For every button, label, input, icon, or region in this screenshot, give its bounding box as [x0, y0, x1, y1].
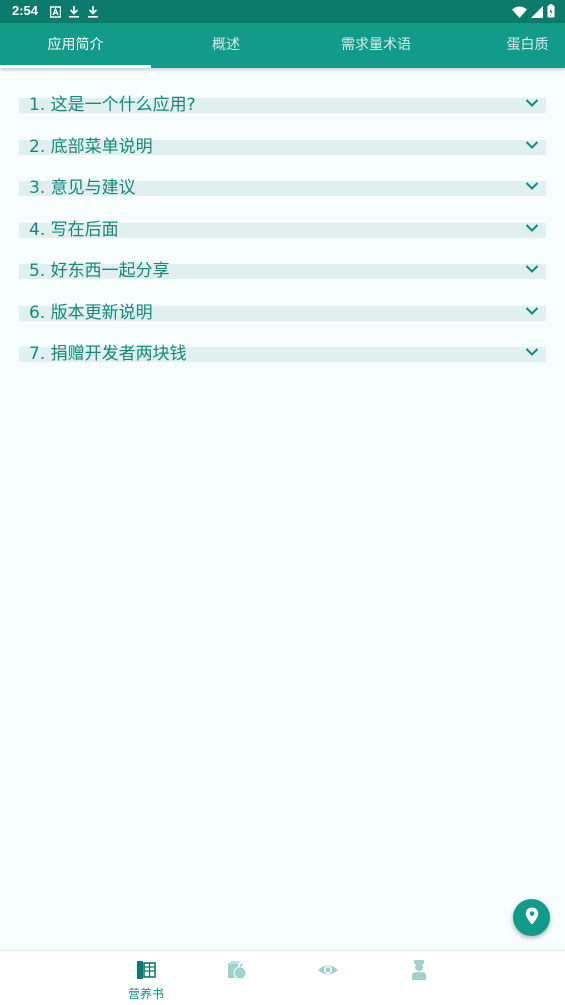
location-fab-button[interactable]: [513, 899, 550, 936]
chevron-down-icon[interactable]: [525, 218, 539, 237]
tab-label: 蛋白质: [506, 37, 549, 53]
bottom-nav: 营养书: [0, 950, 565, 1005]
status-time: 2:54: [12, 3, 39, 18]
a-icon: [49, 3, 62, 22]
tab-overview[interactable]: 概述: [151, 23, 301, 68]
nav-nutrition-book[interactable]: 营养书: [116, 959, 176, 1002]
chevron-down-icon[interactable]: [525, 93, 539, 112]
wifi-icon: [512, 3, 527, 22]
tab-requirement-terms[interactable]: 需求量术语: [301, 23, 451, 68]
faq-list: 1. 这是一个什么应用? 2. 底部菜单说明 3. 意见与建议 4. 写在后面 …: [19, 86, 546, 377]
faq-item[interactable]: 1. 这是一个什么应用?: [19, 86, 546, 128]
faq-item-label: 3. 意见与建议: [29, 178, 136, 198]
tab-label: 应用简介: [47, 37, 104, 53]
chevron-down-icon[interactable]: [525, 135, 539, 154]
nav-doctor[interactable]: [389, 959, 449, 985]
faq-item-label: 6. 版本更新说明: [29, 302, 153, 323]
chevron-down-icon[interactable]: [525, 342, 539, 361]
top-tab-bar: 应用简介 概述 需求量术语 蛋白质: [0, 23, 565, 68]
download-icon: [87, 3, 99, 22]
tab-label: 概述: [212, 37, 240, 53]
battery-icon: [547, 3, 555, 22]
doctor-icon: [408, 960, 430, 985]
nav-eye[interactable]: [298, 959, 358, 985]
nav-label: 营养书: [127, 987, 164, 1001]
faq-item-label: 5. 好东西一起分享: [29, 261, 170, 281]
download-icon: [68, 3, 80, 22]
faq-item[interactable]: 2. 底部菜单说明: [19, 128, 546, 170]
location-pin-icon: [525, 907, 539, 929]
faq-item[interactable]: 7. 捐赠开发者两块钱: [19, 335, 546, 377]
faq-item[interactable]: 6. 版本更新说明: [19, 294, 546, 336]
food-icon: [226, 961, 248, 985]
faq-item-label: 4. 写在后面: [29, 219, 119, 240]
faq-item[interactable]: 5. 好东西一起分享: [19, 252, 546, 294]
eye-icon: [317, 965, 339, 985]
chevron-down-icon[interactable]: [525, 259, 539, 278]
faq-item-label: 7. 捐赠开发者两块钱: [29, 344, 187, 364]
chevron-down-icon[interactable]: [525, 176, 539, 195]
book-icon: [135, 961, 157, 985]
nav-food[interactable]: [207, 959, 267, 985]
faq-item[interactable]: 3. 意见与建议: [19, 169, 546, 211]
tab-app-intro[interactable]: 应用简介: [0, 23, 151, 68]
signal-icon: [531, 3, 543, 22]
chevron-down-icon[interactable]: [525, 301, 539, 320]
faq-item-label: 1. 这是一个什么应用?: [29, 95, 196, 115]
tab-label: 需求量术语: [341, 37, 411, 53]
faq-item-label: 2. 底部菜单说明: [29, 136, 153, 157]
tab-protein[interactable]: 蛋白质: [490, 23, 565, 68]
status-bar: 2:54: [0, 0, 565, 23]
faq-item[interactable]: 4. 写在后面: [19, 211, 546, 253]
tab-indicator: [0, 65, 151, 68]
